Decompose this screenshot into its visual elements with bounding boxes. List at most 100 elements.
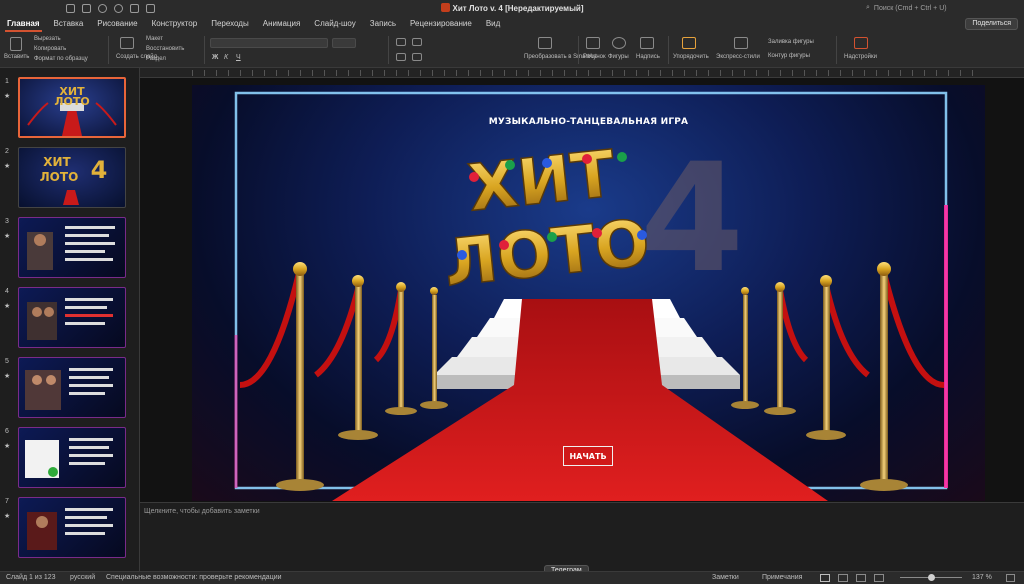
tab-review[interactable]: Рецензирование bbox=[403, 16, 479, 32]
quick-styles-button[interactable]: Экспресс-стили bbox=[716, 54, 760, 60]
zoom-slider-handle[interactable] bbox=[928, 574, 935, 581]
picture-button[interactable]: Рисунок bbox=[583, 54, 606, 60]
thumbnail-art bbox=[27, 298, 113, 340]
underline-icon[interactable]: Ч bbox=[236, 54, 241, 61]
notes-toggle[interactable]: Заметки bbox=[712, 574, 739, 581]
tab-insert[interactable]: Вставка bbox=[47, 16, 91, 32]
quick-styles-icon[interactable] bbox=[734, 37, 748, 49]
ribbon-divider bbox=[108, 36, 109, 64]
accessibility-status[interactable]: Специальные возможности: проверьте реком… bbox=[106, 574, 282, 581]
numbering-icon[interactable] bbox=[412, 38, 422, 46]
ribbon-divider bbox=[578, 36, 579, 64]
slide-sorter-icon[interactable] bbox=[838, 574, 848, 582]
thumbnail-image: ХИТ ЛОТО 4 bbox=[18, 147, 126, 208]
svg-text:ЛОТО: ЛОТО bbox=[40, 170, 79, 184]
slideshow-view-icon[interactable] bbox=[874, 574, 884, 582]
fit-to-window-icon[interactable] bbox=[1006, 574, 1015, 582]
tab-draw[interactable]: Рисование bbox=[90, 16, 144, 32]
picture-icon[interactable] bbox=[586, 37, 600, 49]
addins-icon[interactable] bbox=[854, 37, 868, 49]
animation-star-icon: ★ bbox=[4, 303, 11, 310]
format-painter-button[interactable]: Формат по образцу bbox=[34, 56, 88, 62]
redo-icon[interactable] bbox=[114, 3, 123, 13]
slide-thumbnail-2[interactable]: 2 ★ ХИТ ЛОТО 4 bbox=[0, 144, 139, 208]
tab-animations[interactable]: Анимация bbox=[256, 16, 308, 32]
bold-icon[interactable]: Ж bbox=[212, 54, 218, 61]
home-icon[interactable] bbox=[66, 3, 75, 13]
textbox-icon[interactable] bbox=[640, 37, 654, 49]
paste-button[interactable]: Вставить bbox=[4, 54, 29, 60]
align-left-icon[interactable] bbox=[396, 53, 406, 61]
present-icon[interactable] bbox=[130, 3, 139, 13]
ribbon-divider bbox=[204, 36, 205, 64]
start-button[interactable]: НАЧАТЬ bbox=[563, 446, 613, 466]
quick-access-toolbar bbox=[0, 3, 155, 13]
tab-transitions[interactable]: Переходы bbox=[204, 16, 256, 32]
comments-toggle[interactable]: Примечания bbox=[762, 574, 802, 581]
big-number-four: 4 bbox=[640, 132, 744, 306]
thumbnail-image bbox=[18, 427, 126, 488]
new-slide-icon[interactable] bbox=[120, 37, 134, 49]
shapes-icon[interactable] bbox=[612, 37, 626, 49]
slide-thumbnail-5[interactable]: 5 ★ bbox=[0, 354, 139, 418]
red-carpet bbox=[332, 299, 828, 501]
layout-button[interactable]: Макет bbox=[146, 36, 163, 42]
italic-icon[interactable]: К bbox=[224, 54, 228, 61]
current-slide[interactable]: 4 ХИТ ЛОТО МУЗЫКАЛЬНО-ТАНЦЕВАЛЬНАЯ ИГРА … bbox=[192, 85, 985, 501]
slide-thumbnails-panel[interactable]: 1 ★ ХИТ ЛОТО 2 ★ ХИТ ЛОТО 4 3 ★ 4 ★ 5 ★ … bbox=[0, 68, 140, 571]
more-icon[interactable] bbox=[146, 3, 155, 13]
animation-star-icon: ★ bbox=[4, 443, 11, 450]
tab-slideshow[interactable]: Слайд-шоу bbox=[307, 16, 362, 32]
undo-icon[interactable] bbox=[98, 3, 107, 13]
thumbnail-image: ХИТ ЛОТО bbox=[18, 77, 126, 138]
share-button[interactable]: Поделиться bbox=[965, 18, 1018, 30]
save-icon[interactable] bbox=[82, 3, 91, 13]
animation-star-icon: ★ bbox=[4, 513, 11, 520]
thumbnail-art bbox=[25, 438, 113, 478]
section-button[interactable]: Раздел bbox=[146, 56, 166, 62]
zoom-level[interactable]: 137 % bbox=[972, 574, 992, 581]
reading-view-icon[interactable] bbox=[856, 574, 866, 582]
slide-number: 5 bbox=[5, 358, 9, 365]
slide-thumbnail-7[interactable]: 7 ★ bbox=[0, 494, 139, 558]
shape-fill-button[interactable]: Заливка фигуры bbox=[768, 39, 814, 45]
shape-outline-button[interactable]: Контур фигуры bbox=[768, 53, 810, 59]
cut-button[interactable]: Вырезать bbox=[34, 36, 61, 42]
addins-button[interactable]: Надстройки bbox=[844, 54, 877, 60]
slide-number: 4 bbox=[5, 288, 9, 295]
search-icon: ⌕ bbox=[866, 4, 870, 11]
bullets-icon[interactable] bbox=[396, 38, 406, 46]
align-center-icon[interactable] bbox=[412, 53, 422, 61]
arrange-icon[interactable] bbox=[682, 37, 696, 49]
search-box[interactable]: ⌕ Поиск (Cmd + Ctrl + U) bbox=[866, 3, 1006, 13]
thumbnail-art bbox=[27, 508, 113, 550]
notes-pane[interactable]: Щелкните, чтобы добавить заметки bbox=[140, 502, 1024, 571]
shapes-button[interactable]: Фигуры bbox=[608, 54, 629, 60]
thumbnail-image bbox=[18, 497, 126, 558]
paste-icon[interactable] bbox=[10, 37, 22, 51]
slide-thumbnail-6[interactable]: 6 ★ bbox=[0, 424, 139, 488]
slide-thumbnail-4[interactable]: 4 ★ bbox=[0, 284, 139, 348]
tab-home[interactable]: Главная bbox=[0, 16, 47, 32]
font-name-select[interactable] bbox=[210, 38, 328, 48]
animation-star-icon: ★ bbox=[4, 373, 11, 380]
textbox-button[interactable]: Надпись bbox=[636, 54, 660, 60]
tab-view[interactable]: Вид bbox=[479, 16, 507, 32]
tab-design[interactable]: Конструктор bbox=[145, 16, 205, 32]
reset-button[interactable]: Восстановить bbox=[146, 46, 184, 52]
slide-subtitle: МУЗЫКАЛЬНО-ТАНЦЕВАЛЬНАЯ ИГРА bbox=[488, 117, 689, 127]
svg-text:ХИТ: ХИТ bbox=[43, 155, 71, 169]
slide-number: 2 bbox=[5, 148, 9, 155]
copy-button[interactable]: Копировать bbox=[34, 46, 66, 52]
language-indicator[interactable]: русский bbox=[70, 574, 95, 581]
arrange-button[interactable]: Упорядочить bbox=[673, 54, 709, 60]
smartart-icon[interactable] bbox=[538, 37, 552, 49]
normal-view-icon[interactable] bbox=[820, 574, 830, 582]
slide-thumbnail-3[interactable]: 3 ★ bbox=[0, 214, 139, 278]
slide-number: 3 bbox=[5, 218, 9, 225]
animation-star-icon: ★ bbox=[4, 163, 11, 170]
status-bar: Слайд 1 из 123 русский Специальные возмо… bbox=[0, 571, 1024, 584]
font-size-select[interactable] bbox=[332, 38, 356, 48]
slide-thumbnail-1[interactable]: 1 ★ ХИТ ЛОТО bbox=[0, 74, 139, 138]
tab-record[interactable]: Запись bbox=[363, 16, 403, 32]
